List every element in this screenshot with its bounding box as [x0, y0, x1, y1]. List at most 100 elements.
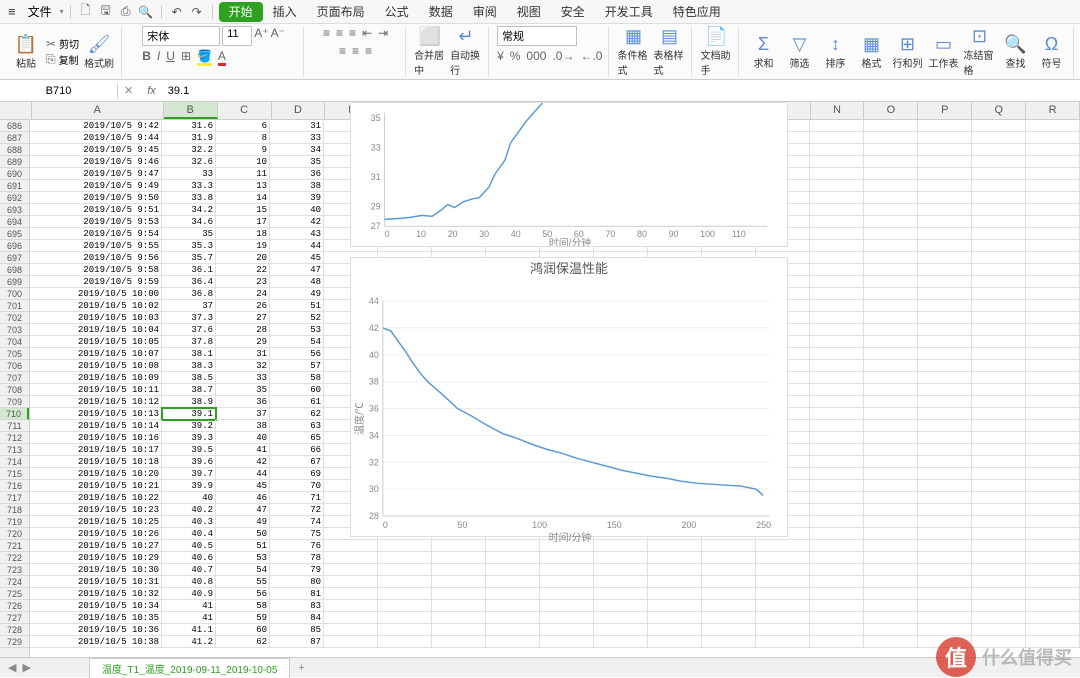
row-header[interactable]: 693 [0, 204, 29, 216]
cell[interactable] [864, 564, 918, 576]
row-header[interactable]: 729 [0, 636, 29, 648]
cell[interactable] [864, 132, 918, 144]
cell[interactable]: 2019/10/5 9:50 [30, 192, 162, 204]
cell[interactable] [918, 120, 972, 132]
cancel-formula-icon[interactable]: ✕ [118, 84, 139, 97]
cell[interactable]: 2019/10/5 10:14 [30, 420, 162, 432]
tab-0[interactable]: 开始 [219, 2, 263, 22]
cell[interactable] [1026, 468, 1080, 480]
cell[interactable] [594, 588, 648, 600]
decrease-font-icon[interactable]: A⁻ [271, 26, 285, 46]
cell[interactable]: 81 [270, 588, 324, 600]
cell[interactable]: 38.5 [162, 372, 216, 384]
cell[interactable] [918, 216, 972, 228]
cell[interactable] [972, 288, 1026, 300]
cell[interactable]: 38 [216, 420, 270, 432]
row-header[interactable]: 722 [0, 552, 29, 564]
cell[interactable]: 42 [270, 216, 324, 228]
dec-inc-icon[interactable]: .0→ [552, 49, 574, 63]
row-header[interactable]: 710 [0, 408, 29, 420]
cell[interactable]: 9 [216, 144, 270, 156]
cell[interactable]: 35.3 [162, 240, 216, 252]
cell[interactable] [918, 504, 972, 516]
row-header[interactable]: 708 [0, 384, 29, 396]
cell[interactable]: 67 [270, 456, 324, 468]
cell[interactable]: 34.2 [162, 204, 216, 216]
cell[interactable]: 19 [216, 240, 270, 252]
cell[interactable] [972, 360, 1026, 372]
cell[interactable] [810, 504, 864, 516]
cell[interactable] [1026, 204, 1080, 216]
row-header[interactable]: 712 [0, 432, 29, 444]
cell[interactable] [810, 408, 864, 420]
increase-font-icon[interactable]: A⁺ [254, 26, 268, 46]
cell[interactable]: 55 [216, 576, 270, 588]
cell[interactable]: 2019/10/5 10:17 [30, 444, 162, 456]
cell[interactable]: 58 [270, 372, 324, 384]
row-header[interactable]: 704 [0, 336, 29, 348]
sheet-navigation[interactable]: ◀▶ [0, 661, 39, 674]
format-button[interactable]: ▦格式 [855, 34, 887, 70]
cell[interactable]: 2019/10/5 10:27 [30, 540, 162, 552]
currency-icon[interactable]: ¥ [497, 49, 504, 63]
freeze-button[interactable]: ⊡冻结窗格 [963, 26, 995, 77]
cell[interactable]: 33 [162, 168, 216, 180]
cell[interactable]: 57 [270, 360, 324, 372]
file-menu[interactable]: 文件 [22, 3, 58, 20]
qat-save-icon[interactable]: 🖫 [97, 1, 115, 22]
cell[interactable] [972, 612, 1026, 624]
cell[interactable] [1026, 300, 1080, 312]
cell[interactable] [324, 576, 378, 588]
cell[interactable] [324, 600, 378, 612]
cell[interactable] [972, 624, 1026, 636]
indent-inc-icon[interactable]: ⇥ [378, 26, 388, 40]
cell[interactable]: 26 [216, 300, 270, 312]
cell[interactable] [972, 156, 1026, 168]
cell[interactable] [918, 624, 972, 636]
wrap-button[interactable]: ↵自动换行 [450, 26, 482, 77]
cell[interactable] [432, 612, 486, 624]
row-header[interactable]: 715 [0, 468, 29, 480]
cell[interactable] [1026, 624, 1080, 636]
cell[interactable]: 47 [216, 504, 270, 516]
cell[interactable]: 2019/10/5 10:11 [30, 384, 162, 396]
number-format-select[interactable]: 常规 [497, 26, 577, 46]
cell[interactable]: 2019/10/5 10:29 [30, 552, 162, 564]
cell[interactable] [972, 444, 1026, 456]
cond-format-button[interactable]: ▦条件格式 [617, 26, 649, 77]
paste-button[interactable]: 📋粘贴 [10, 34, 42, 70]
filter-button[interactable]: ▽筛选 [783, 34, 815, 70]
cell[interactable]: 36 [216, 396, 270, 408]
cell[interactable] [756, 624, 810, 636]
formula-input[interactable]: 39.1 [164, 83, 1080, 99]
cell[interactable]: 6 [216, 120, 270, 132]
cell[interactable]: 40 [216, 432, 270, 444]
cell[interactable] [1026, 408, 1080, 420]
cell[interactable] [918, 144, 972, 156]
row-header[interactable]: 705 [0, 348, 29, 360]
cell[interactable] [756, 576, 810, 588]
cell[interactable] [810, 252, 864, 264]
cell[interactable]: 33 [270, 132, 324, 144]
merge-button[interactable]: ⬜合并居中 [414, 26, 446, 77]
cell[interactable]: 2019/10/5 9:54 [30, 228, 162, 240]
cell[interactable] [810, 420, 864, 432]
cell[interactable] [972, 396, 1026, 408]
cell[interactable]: 2019/10/5 10:08 [30, 360, 162, 372]
font-size-select[interactable]: 11 [222, 26, 252, 46]
cell[interactable] [864, 504, 918, 516]
row-header[interactable]: 714 [0, 456, 29, 468]
cell[interactable]: 2019/10/5 10:04 [30, 324, 162, 336]
cell[interactable] [810, 120, 864, 132]
cell[interactable]: 36.4 [162, 276, 216, 288]
cell[interactable] [918, 612, 972, 624]
cell[interactable]: 60 [216, 624, 270, 636]
cell[interactable] [864, 540, 918, 552]
cell[interactable] [1026, 480, 1080, 492]
cell[interactable] [1026, 228, 1080, 240]
qat-redo-icon[interactable]: ↷ [188, 5, 206, 19]
cell[interactable] [432, 564, 486, 576]
cell[interactable] [864, 336, 918, 348]
cell[interactable] [702, 636, 756, 648]
row-header[interactable]: 711 [0, 420, 29, 432]
